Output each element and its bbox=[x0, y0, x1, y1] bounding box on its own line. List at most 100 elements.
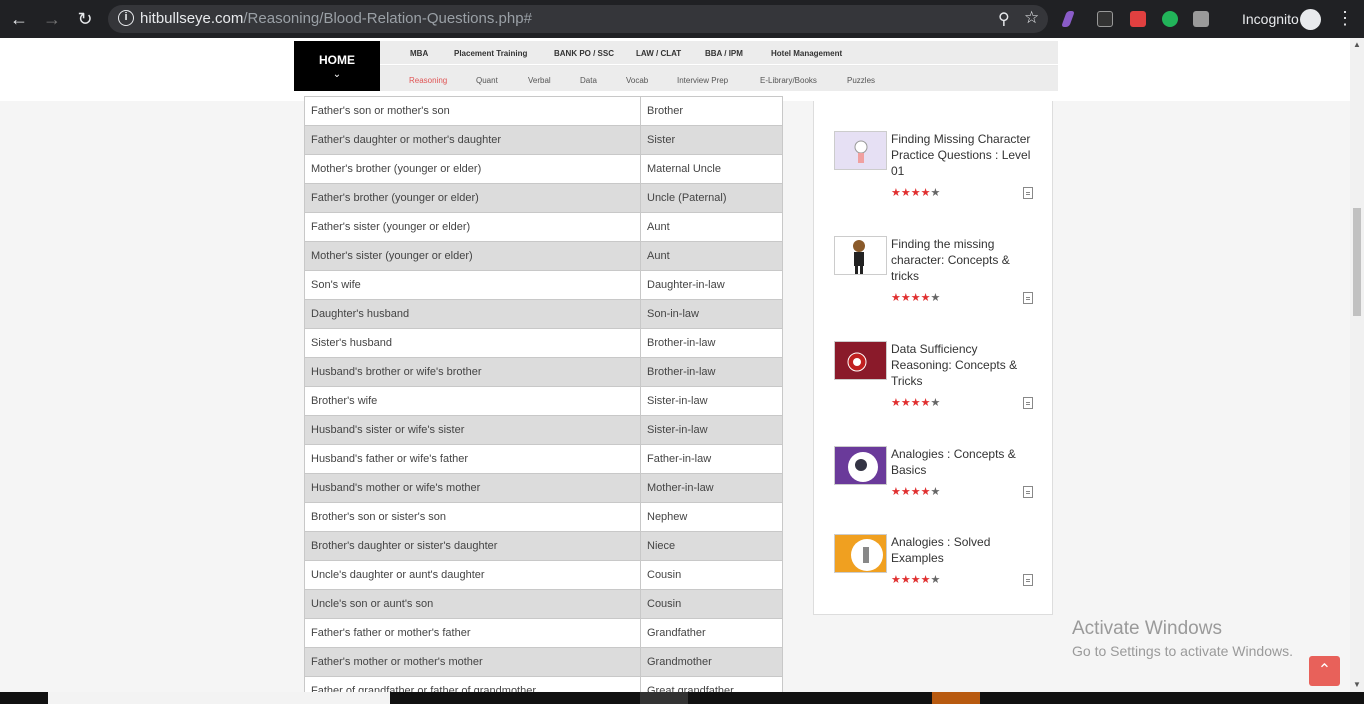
nav-sub-verbal[interactable]: Verbal bbox=[528, 76, 551, 85]
relation-cell: Father's father or mother's father bbox=[304, 618, 641, 648]
relation-cell: Husband's sister or wife's sister bbox=[304, 415, 641, 445]
extension-chat-icon[interactable] bbox=[1162, 11, 1178, 27]
rating-stars: ★★★★★ bbox=[891, 397, 941, 409]
relation-cell: Brother's wife bbox=[304, 386, 641, 416]
nav-link-mba[interactable]: MBA bbox=[410, 49, 428, 58]
article-title[interactable]: Analogies : Concepts & Basics bbox=[891, 446, 1036, 478]
document-icon[interactable] bbox=[1023, 187, 1033, 199]
relation-name-cell: Sister-in-law bbox=[640, 386, 783, 416]
incognito-icon[interactable] bbox=[1300, 9, 1321, 30]
relation-name-cell: Brother-in-law bbox=[640, 357, 783, 387]
home-button[interactable]: HOME ⌄ bbox=[294, 41, 380, 91]
forward-icon[interactable]: → bbox=[41, 8, 63, 30]
nav-link-placement[interactable]: Placement Training bbox=[454, 49, 527, 58]
extension-badge-icon[interactable] bbox=[1130, 11, 1146, 27]
table-row: Husband's sister or wife's sister Sister-… bbox=[304, 415, 783, 445]
relation-name-cell: Grandmother bbox=[640, 647, 783, 677]
relation-name-cell: Niece bbox=[640, 531, 783, 561]
document-icon[interactable] bbox=[1023, 486, 1033, 498]
nav-link-bank[interactable]: BANK PO / SSC bbox=[554, 49, 614, 58]
zoom-icon[interactable]: ⚲ bbox=[998, 9, 1010, 29]
table-row: Husband's father or wife's father Father-… bbox=[304, 444, 783, 474]
nav-sub-quant[interactable]: Quant bbox=[476, 76, 498, 85]
page-scrollbar[interactable]: ▲ ▼ bbox=[1350, 38, 1364, 692]
article-thumbnail[interactable] bbox=[834, 236, 887, 275]
relation-name-cell: Maternal Uncle bbox=[640, 154, 783, 184]
nav-sub-puzzles[interactable]: Puzzles bbox=[847, 76, 875, 85]
relation-name-cell: Uncle (Paternal) bbox=[640, 183, 783, 213]
article-title[interactable]: Analogies : Solved Examples bbox=[891, 534, 1036, 566]
extension-pdf-icon[interactable] bbox=[1097, 11, 1113, 27]
table-row: Father's mother or mother's mother Grandm… bbox=[304, 647, 783, 677]
site-header: HOME ⌄ MBA Placement Training BANK PO / … bbox=[0, 38, 1350, 101]
table-row: Son's wife Daughter-in-law bbox=[304, 270, 783, 300]
relation-cell: Sister's husband bbox=[304, 328, 641, 358]
taskbar-app-button[interactable] bbox=[932, 692, 980, 704]
relation-cell: Mother's brother (younger or elder) bbox=[304, 154, 641, 184]
nav-sub-vocab[interactable]: Vocab bbox=[626, 76, 648, 85]
table-row: Father's father or mother's father Grandf… bbox=[304, 618, 783, 648]
relation-name-cell: Son-in-law bbox=[640, 299, 783, 329]
scroll-up-icon[interactable]: ▲ bbox=[1353, 40, 1361, 49]
site-info-icon[interactable]: i bbox=[118, 10, 134, 26]
nav-link-bba[interactable]: BBA / IPM bbox=[705, 49, 743, 58]
article-thumbnail[interactable] bbox=[834, 341, 887, 380]
article-title[interactable]: Finding the missing character: Concepts … bbox=[891, 236, 1036, 284]
relation-name-cell: Aunt bbox=[640, 212, 783, 242]
home-label: HOME bbox=[319, 53, 355, 67]
relation-name-cell: Grandfather bbox=[640, 618, 783, 648]
browser-toolbar: ← → ↻ i hitbullseye.com/Reasoning/Blood-… bbox=[0, 0, 1364, 38]
article-title[interactable]: Data Sufficiency Reasoning: Concepts & T… bbox=[891, 341, 1036, 389]
article-thumbnail[interactable] bbox=[834, 446, 887, 485]
relation-cell: Father's daughter or mother's daughter bbox=[304, 125, 641, 155]
document-icon[interactable] bbox=[1023, 292, 1033, 304]
nav-sub-data[interactable]: Data bbox=[580, 76, 597, 85]
relation-name-cell: Sister-in-law bbox=[640, 415, 783, 445]
taskbar-search-box[interactable] bbox=[48, 692, 390, 704]
nav-sub-elibrary[interactable]: E-Library/Books bbox=[760, 76, 817, 85]
scroll-to-top-button[interactable]: ⌃ bbox=[1309, 656, 1340, 686]
extension-feather-icon[interactable] bbox=[1061, 11, 1075, 27]
address-bar[interactable]: i hitbullseye.com/Reasoning/Blood-Relati… bbox=[108, 5, 1048, 33]
related-articles-sidebar: Finding Missing Character Practice Quest… bbox=[813, 101, 1053, 615]
relation-cell: Brother's daughter or sister's daughter bbox=[304, 531, 641, 561]
relation-cell: Daughter's husband bbox=[304, 299, 641, 329]
table-row: Brother's daughter or sister's daughter N… bbox=[304, 531, 783, 561]
table-row: Husband's mother or wife's mother Mother-… bbox=[304, 473, 783, 503]
document-icon[interactable] bbox=[1023, 397, 1033, 409]
article-title[interactable]: Finding Missing Character Practice Quest… bbox=[891, 131, 1036, 179]
back-icon[interactable]: ← bbox=[8, 8, 30, 30]
taskbar-app-button[interactable] bbox=[640, 692, 688, 704]
relation-cell: Father's brother (younger or elder) bbox=[304, 183, 641, 213]
relation-name-cell: Cousin bbox=[640, 589, 783, 619]
nav-sub-reasoning[interactable]: Reasoning bbox=[409, 76, 447, 85]
document-icon[interactable] bbox=[1023, 574, 1033, 586]
table-row: Mother's brother (younger or elder) Mater… bbox=[304, 154, 783, 184]
article-thumbnail[interactable] bbox=[834, 534, 887, 573]
scroll-down-icon[interactable]: ▼ bbox=[1353, 680, 1361, 689]
article-thumbnail[interactable] bbox=[834, 131, 887, 170]
scrollbar-thumb[interactable] bbox=[1353, 208, 1361, 316]
relation-cell: Uncle's daughter or aunt's daughter bbox=[304, 560, 641, 590]
main-nav: HOME ⌄ MBA Placement Training BANK PO / … bbox=[294, 41, 1058, 91]
relation-cell: Father's mother or mother's mother bbox=[304, 647, 641, 677]
nav-link-law[interactable]: LAW / CLAT bbox=[636, 49, 681, 58]
relation-cell: Father's sister (younger or elder) bbox=[304, 212, 641, 242]
bookmark-star-icon[interactable]: ☆ bbox=[1024, 8, 1039, 28]
table-row: Father of grandfather or father of grand… bbox=[304, 676, 783, 692]
relation-table: Father's son or mother's son Brother Fathe… bbox=[304, 96, 783, 692]
reload-icon[interactable]: ↻ bbox=[74, 8, 96, 30]
nav-sub-row: Reasoning Quant Verbal Data Vocab Interv… bbox=[380, 66, 1058, 91]
relation-cell: Husband's mother or wife's mother bbox=[304, 473, 641, 503]
relation-cell: Father's son or mother's son bbox=[304, 96, 641, 126]
relation-name-cell: Mother-in-law bbox=[640, 473, 783, 503]
rating-stars: ★★★★★ bbox=[891, 292, 941, 304]
extension-camera-icon[interactable] bbox=[1193, 11, 1209, 27]
table-row: Father's brother (younger or elder) Uncle… bbox=[304, 183, 783, 213]
nav-link-hotel[interactable]: Hotel Management bbox=[771, 49, 842, 58]
chrome-menu-icon[interactable]: ⋮ bbox=[1336, 8, 1354, 29]
relation-name-cell: Sister bbox=[640, 125, 783, 155]
watermark-line1: Activate Windows bbox=[1072, 618, 1222, 639]
table-row: Brother's son or sister's son Nephew bbox=[304, 502, 783, 532]
nav-sub-interview[interactable]: Interview Prep bbox=[677, 76, 728, 85]
